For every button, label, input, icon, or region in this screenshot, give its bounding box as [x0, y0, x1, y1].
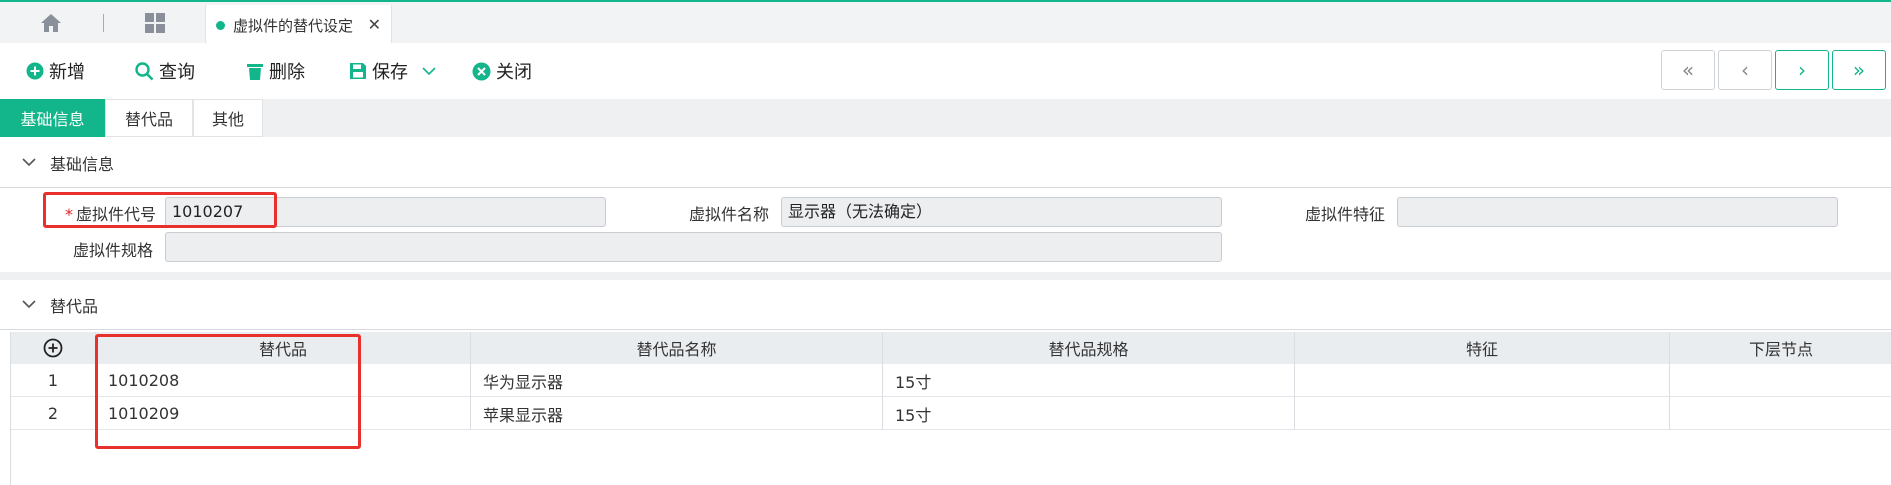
substitutes-grid: 替代品 替代品名称 替代品规格 特征 下层节点 1 1010208 华为显示器 …	[10, 332, 1891, 485]
column-header-substitute[interactable]: 替代品	[96, 332, 471, 364]
section-tab-band	[0, 99, 1891, 137]
cell-substitute-code[interactable]: 1010209	[96, 397, 471, 430]
section-title: 基础信息	[50, 154, 115, 174]
cell-feature[interactable]	[1295, 364, 1670, 397]
virtual-part-feature-label: 虚拟件特征	[1304, 205, 1385, 224]
toolbar: 新增 查询 删除 保存 关闭	[0, 43, 1891, 99]
chevron-down-icon[interactable]	[422, 66, 436, 76]
tab-substitutes[interactable]: 替代品	[105, 99, 193, 137]
last-record-button[interactable]: »	[1832, 50, 1886, 90]
label-text: 虚拟件代号	[75, 205, 156, 224]
save-disk-icon	[349, 62, 367, 80]
delete-button-label: 删除	[269, 62, 305, 83]
tab-label: 虚拟件的替代设定	[233, 16, 354, 35]
close-button-label: 关闭	[496, 62, 532, 83]
tab-virtual-part-substitute[interactable]: 虚拟件的替代设定 ✕	[205, 5, 392, 45]
basic-info-section-header[interactable]: 基础信息	[0, 138, 1891, 188]
top-tab-bar: 虚拟件的替代设定 ✕	[0, 0, 1891, 45]
save-button-label: 保存	[372, 62, 408, 83]
next-record-button[interactable]: ›	[1775, 50, 1829, 90]
cell-substitute-spec[interactable]: 15寸	[883, 364, 1295, 397]
chevron-down-icon[interactable]	[22, 300, 36, 309]
first-record-button[interactable]: «	[1661, 50, 1715, 90]
trash-icon	[246, 62, 264, 81]
table-row[interactable]: 2 1010209 苹果显示器 15寸	[11, 397, 1891, 430]
column-header-substitute-name[interactable]: 替代品名称	[471, 332, 883, 364]
tab-separator	[103, 14, 104, 32]
tab-basic-info[interactable]: 基础信息	[0, 99, 105, 137]
active-dot-icon	[216, 20, 225, 30]
delete-button[interactable]: 删除	[246, 58, 305, 84]
plus-circle-outline-icon[interactable]	[43, 338, 63, 358]
table-row[interactable]: 1 1010208 华为显示器 15寸	[11, 364, 1891, 397]
cell-substitute-name[interactable]: 苹果显示器	[471, 397, 883, 430]
cell-substitute-name[interactable]: 华为显示器	[471, 364, 883, 397]
search-icon	[135, 61, 154, 81]
virtual-part-spec-field[interactable]	[165, 232, 1222, 262]
substitutes-section-header[interactable]: 替代品	[0, 280, 1891, 330]
virtual-part-spec-label: 虚拟件规格	[72, 241, 153, 260]
section-title: 替代品	[50, 296, 99, 316]
virtual-part-code-label: * 虚拟件代号	[56, 201, 156, 225]
tab-other[interactable]: 其他	[193, 99, 263, 137]
cell-child-node[interactable]	[1670, 364, 1891, 397]
virtual-part-code-field[interactable]: 1010207	[165, 197, 606, 227]
required-mark: *	[64, 205, 73, 224]
home-icon[interactable]	[36, 12, 66, 34]
chevron-down-icon[interactable]	[22, 158, 36, 167]
close-tab-icon[interactable]: ✕	[368, 15, 381, 34]
virtual-part-feature-field[interactable]	[1397, 197, 1838, 227]
cell-feature[interactable]	[1295, 397, 1670, 430]
new-button-label: 新增	[49, 62, 85, 83]
grid-header: 替代品 替代品名称 替代品规格 特征 下层节点	[11, 332, 1891, 364]
apps-grid-icon[interactable]	[140, 12, 170, 34]
cell-substitute-code[interactable]: 1010208	[96, 364, 471, 397]
row-index: 1	[11, 364, 96, 397]
row-index: 2	[11, 397, 96, 430]
virtual-part-name-field[interactable]: 显示器（无法确定）	[781, 197, 1222, 227]
column-header-feature[interactable]: 特征	[1295, 332, 1670, 364]
query-button-label: 查询	[159, 62, 195, 83]
cell-child-node[interactable]	[1670, 397, 1891, 430]
previous-record-button[interactable]: ‹	[1718, 50, 1772, 90]
section-gap	[0, 272, 1891, 280]
plus-circle-icon	[26, 62, 44, 80]
new-button[interactable]: 新增	[26, 58, 85, 84]
save-button[interactable]: 保存	[349, 58, 436, 84]
column-header-substitute-spec[interactable]: 替代品规格	[883, 332, 1295, 364]
basic-info-form: * 虚拟件代号 1010207 虚拟件名称 显示器（无法确定） 虚拟件特征 虚拟件…	[0, 188, 1891, 272]
close-circle-icon	[472, 62, 491, 81]
virtual-part-name-label: 虚拟件名称	[688, 205, 769, 224]
close-button[interactable]: 关闭	[472, 58, 532, 84]
column-header-child-node[interactable]: 下层节点	[1670, 332, 1891, 364]
query-button[interactable]: 查询	[135, 58, 195, 84]
cell-substitute-spec[interactable]: 15寸	[883, 397, 1295, 430]
add-row-button[interactable]	[11, 332, 96, 364]
